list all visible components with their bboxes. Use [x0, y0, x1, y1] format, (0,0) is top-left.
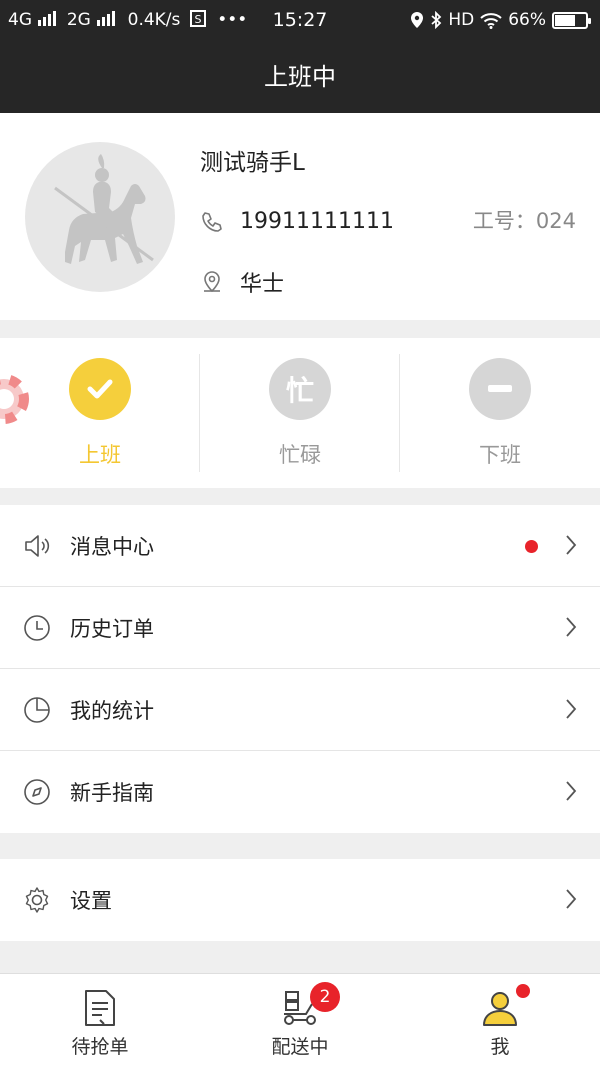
bluetooth-icon — [431, 11, 442, 29]
status-on-duty[interactable]: 上班 — [0, 338, 200, 488]
battery-fill — [555, 14, 575, 26]
pie-chart-icon — [24, 697, 50, 723]
me-notification-dot — [516, 984, 530, 998]
menu-item-guide[interactable]: 新手指南 — [0, 751, 600, 833]
chevron-right-icon — [566, 535, 577, 555]
location-text: 华士 — [240, 272, 285, 297]
battery-icon — [552, 11, 591, 29]
menu-item-settings[interactable]: 设置 — [0, 859, 600, 941]
settings-section: 设置 — [0, 859, 600, 941]
busy-glyph: 忙 — [285, 374, 314, 407]
tab-label: 待抢单 — [71, 1036, 129, 1058]
status-right: HD 66% — [410, 10, 591, 30]
menu-item-label: 设置 — [70, 889, 112, 913]
chevron-right-icon — [566, 889, 577, 909]
rider-name: 测试骑手L — [200, 150, 305, 176]
status-busy-circle: 忙 — [269, 358, 331, 420]
status-off-duty[interactable]: 下班 — [400, 338, 600, 488]
minus-icon — [488, 385, 512, 392]
compass-icon — [24, 779, 50, 805]
profile-card: 测试骑手L 19911111111 华士 工号：024 — [0, 113, 600, 320]
tab-label: 配送中 — [271, 1036, 329, 1058]
menu-item-label: 历史订单 — [70, 617, 154, 641]
location-pin-icon — [411, 12, 424, 28]
unread-dot — [525, 540, 538, 553]
chevron-right-icon — [566, 781, 577, 801]
tab-label: 我 — [490, 1036, 510, 1058]
status-busy[interactable]: 忙 忙碌 — [200, 338, 400, 488]
menu-item-messages[interactable]: 消息中心 — [0, 505, 600, 587]
delivering-count-badge: 2 — [310, 982, 340, 1012]
menu-item-label: 我的统计 — [70, 699, 154, 723]
knight-avatar-icon — [54, 154, 154, 264]
avatar[interactable] — [25, 142, 175, 292]
battery-percent: 66% — [508, 10, 546, 30]
hd-indicator: HD — [448, 10, 475, 30]
status-on-duty-circle — [69, 358, 131, 420]
gear-icon — [25, 887, 49, 913]
work-status-panel: 上班 忙 忙碌 下班 — [0, 338, 600, 488]
status-busy-label: 忙碌 — [279, 443, 321, 467]
status-bar: 4G 2G 0.4K/s S ••• 15:27 HD 66% — [0, 0, 600, 42]
tab-me[interactable]: 我 — [400, 974, 600, 1067]
phone-number: 19911111111 — [240, 209, 394, 234]
speaker-icon — [25, 535, 50, 557]
employee-number: 工号：024 — [472, 209, 576, 233]
status-off-duty-label: 下班 — [479, 443, 521, 467]
menu-item-label: 消息中心 — [70, 535, 154, 559]
user-icon — [483, 992, 517, 1026]
menu-item-statistics[interactable]: 我的统计 — [0, 669, 600, 751]
wifi-icon — [480, 12, 502, 29]
page-title: 上班中 — [0, 42, 600, 113]
phone-row[interactable]: 19911111111 — [200, 209, 394, 234]
bottom-tab-bar: 待抢单 2 配送中 我 — [0, 973, 600, 1067]
tab-delivering[interactable]: 2 配送中 — [200, 974, 400, 1067]
chevron-right-icon — [566, 617, 577, 637]
location-icon — [204, 271, 220, 293]
status-off-duty-circle — [469, 358, 531, 420]
tab-grab-orders[interactable]: 待抢单 — [0, 974, 200, 1067]
phone-icon — [202, 211, 222, 232]
status-on-duty-label: 上班 — [79, 443, 121, 467]
location-row: 华士 — [200, 266, 284, 298]
menu-item-label: 新手指南 — [70, 781, 154, 805]
chevron-right-icon — [566, 699, 577, 719]
check-icon — [87, 379, 113, 399]
document-icon — [85, 990, 115, 1026]
menu-item-history-orders[interactable]: 历史订单 — [0, 587, 600, 669]
menu-list: 消息中心 历史订单 我的统计 新手指南 — [0, 505, 600, 833]
clock-icon — [24, 615, 50, 641]
